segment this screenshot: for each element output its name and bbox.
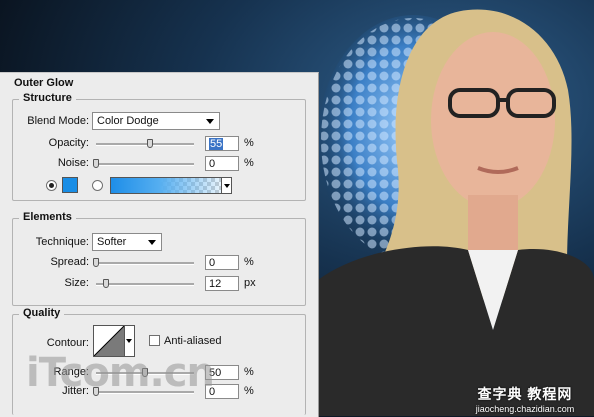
blend-mode-label: Blend Mode: (27, 115, 89, 127)
woman-with-glasses-photo (318, 9, 594, 416)
structure-group: Structure Blend Mode: Color Dodge Opacit… (12, 92, 306, 201)
size-unit: px (244, 277, 256, 289)
watermark-site-url: jiaocheng.chazidian.com (475, 404, 575, 414)
spread-slider-thumb[interactable] (93, 258, 99, 267)
technique-value: Softer (97, 236, 127, 248)
anti-aliased-label: Anti-aliased (164, 335, 222, 347)
opacity-slider-thumb[interactable] (146, 139, 153, 148)
glow-color-swatch[interactable] (62, 177, 78, 193)
elements-group: Elements Technique: Softer Spread: 0 % S… (12, 211, 306, 306)
gradient-radio[interactable] (92, 180, 103, 191)
panel-title: Outer Glow (14, 77, 74, 89)
noise-unit: % (244, 157, 254, 169)
spread-slider-track[interactable] (96, 262, 194, 265)
size-label: Size: (64, 277, 89, 289)
blend-mode-dropdown[interactable]: Color Dodge (92, 112, 220, 130)
size-slider-thumb[interactable] (103, 279, 109, 288)
range-unit: % (244, 366, 254, 378)
size-input[interactable]: 12 (205, 276, 239, 291)
size-slider-track[interactable] (96, 283, 194, 286)
noise-label: Noise: (57, 157, 89, 169)
site-watermark-left: iTcom.cn (26, 350, 215, 396)
gradient-dropdown-icon[interactable] (221, 177, 232, 194)
technique-label: Technique: (35, 236, 89, 248)
gradient-picker[interactable] (110, 177, 232, 194)
opacity-slider-track[interactable] (96, 143, 194, 146)
chevron-down-icon (148, 240, 156, 245)
solid-color-radio[interactable] (46, 180, 57, 191)
watermark-site-name: 查字典 教程网 (477, 386, 573, 402)
quality-group-title: Quality (19, 307, 65, 319)
spread-unit: % (244, 256, 254, 268)
spread-label: Spread: (50, 256, 89, 268)
opacity-unit: % (244, 137, 254, 149)
anti-aliased-checkbox[interactable] (149, 335, 160, 346)
structure-group-title: Structure (19, 92, 76, 104)
noise-slider-thumb[interactable] (93, 159, 99, 168)
opacity-input[interactable]: 55 (205, 136, 239, 151)
blend-mode-value: Color Dodge (97, 115, 159, 127)
contour-label: Contour: (46, 337, 89, 349)
opacity-label: Opacity: (48, 137, 89, 149)
technique-dropdown[interactable]: Softer (92, 233, 162, 251)
spread-input[interactable]: 0 (205, 255, 239, 270)
noise-slider-track[interactable] (96, 163, 194, 166)
chevron-down-icon (206, 119, 214, 124)
jitter-unit: % (244, 385, 254, 397)
elements-group-title: Elements (19, 211, 76, 223)
site-watermark-right: 查字典 教程网 jiaocheng.chazidian.com (462, 384, 588, 414)
noise-input[interactable]: 0 (205, 156, 239, 171)
